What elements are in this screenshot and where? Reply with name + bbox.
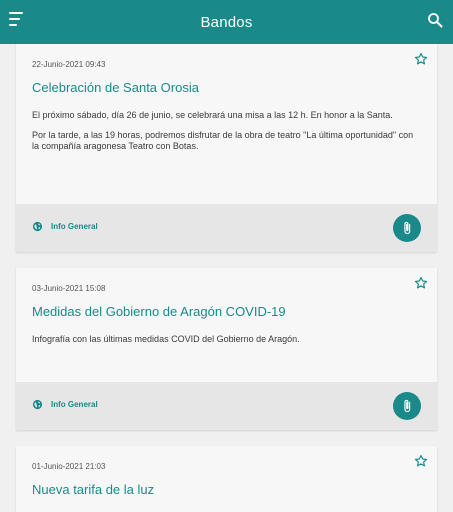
bando-title[interactable]: Celebración de Santa Orosia xyxy=(32,80,199,95)
bando-card[interactable]: 01-Junio-2021 21:03 Nueva tarifa de la l… xyxy=(16,446,437,512)
star-icon[interactable] xyxy=(414,52,428,66)
bando-title[interactable]: Nueva tarifa de la luz xyxy=(32,482,154,497)
category-label: Info General xyxy=(51,400,98,409)
paperclip-icon xyxy=(404,221,411,235)
bando-date: 03-Junio-2021 15:08 xyxy=(32,284,106,293)
attachment-button[interactable] xyxy=(393,214,421,242)
bando-date: 01-Junio-2021 21:03 xyxy=(32,462,106,471)
bando-paragraph: Por la tarde, a las 19 horas, podremos d… xyxy=(32,129,414,152)
bando-title[interactable]: Medidas del Gobierno de Aragón COVID-19 xyxy=(32,304,286,319)
category-link[interactable]: Info General xyxy=(32,399,98,410)
bando-paragraph: Infografía con las últimas medidas COVID… xyxy=(32,334,300,344)
bando-card[interactable]: 22-Junio-2021 09:43 Celebración de Santa… xyxy=(16,44,437,252)
menu-icon[interactable] xyxy=(9,12,25,28)
paperclip-icon xyxy=(404,399,411,413)
globe-icon xyxy=(32,221,43,232)
bando-body: Infografía con las últimas medidas COVID… xyxy=(32,334,422,354)
star-icon[interactable] xyxy=(414,276,428,290)
bando-card[interactable]: 03-Junio-2021 15:08 Medidas del Gobierno… xyxy=(16,268,437,430)
star-icon[interactable] xyxy=(414,454,428,468)
category-label: Info General xyxy=(51,222,98,231)
card-footer: Info General xyxy=(16,204,437,252)
globe-icon xyxy=(32,399,43,410)
attachment-button[interactable] xyxy=(393,392,421,420)
bandos-feed[interactable]: 22-Junio-2021 09:43 Celebración de Santa… xyxy=(0,44,453,512)
app-bar: Bandos xyxy=(0,0,453,44)
card-footer: Info General xyxy=(16,382,437,430)
category-link[interactable]: Info General xyxy=(32,221,98,232)
bando-date: 22-Junio-2021 09:43 xyxy=(32,60,106,69)
page-title: Bandos xyxy=(200,13,253,31)
bando-body: El próximo sábado, día 26 de junio, se c… xyxy=(32,110,422,161)
search-icon[interactable] xyxy=(427,12,443,28)
bando-paragraph: El próximo sábado, día 26 de junio, se c… xyxy=(32,110,393,120)
